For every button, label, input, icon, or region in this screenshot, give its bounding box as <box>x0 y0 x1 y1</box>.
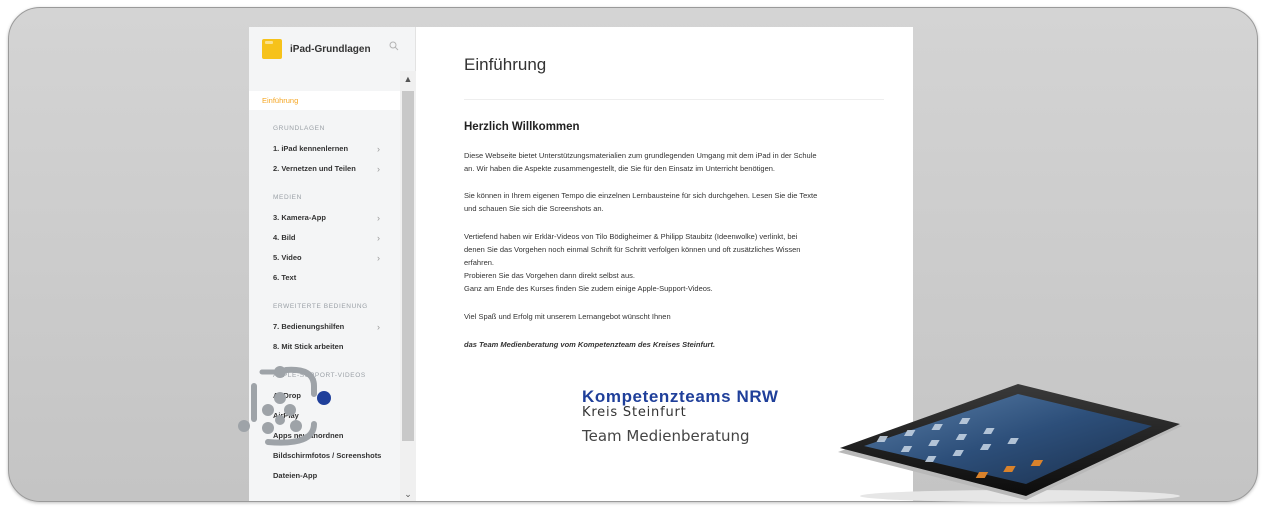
sidebar-title: iPad-Grundlagen <box>290 43 371 55</box>
text-line: und schauen Sie sich die Screenshots an. <box>464 204 604 213</box>
sidebar-item[interactable]: 4. Bild › <box>249 228 400 248</box>
sidebar-item[interactable]: 3. Kamera-App › <box>249 208 400 228</box>
sidebar-item-einfuehrung[interactable]: Einführung <box>249 91 400 110</box>
kompetenzteam-logo-icon <box>238 366 331 446</box>
paragraph-intro: Diese Webseite bietet Unterstützungsmate… <box>464 149 894 175</box>
sidebar-item-label: Bildschirmfotos / Screenshots <box>273 451 382 460</box>
chevron-up-icon[interactable]: ▲ <box>403 74 413 84</box>
sidebar-section-label: MEDIEN <box>273 194 302 201</box>
sidebar-item[interactable]: 7. Bedienungshilfen › <box>249 317 400 337</box>
text-line: Vertiefend haben wir Erklär-Videos von T… <box>464 232 798 241</box>
search-icon[interactable] <box>389 41 399 51</box>
chevron-down-icon[interactable]: ⌄ <box>403 489 413 499</box>
paragraph-signature: das Team Medienberatung vom Kompetenztea… <box>464 340 716 349</box>
chevron-right-icon[interactable]: › <box>377 208 380 228</box>
sidebar-item-label: 3. Kamera-App <box>273 213 326 222</box>
chevron-right-icon[interactable]: › <box>377 228 380 248</box>
sidebar-section-label: ERWEITERTE BEDIENUNG <box>273 303 368 310</box>
sidebar-item[interactable]: 8. Mit Stick arbeiten <box>249 337 400 357</box>
sidebar-item[interactable]: 5. Video › <box>249 248 400 268</box>
paragraph-tempo: Sie können in Ihrem eigenen Tempo die ei… <box>464 189 894 215</box>
text-line: an. Wir haben die Aspekte zusammengestel… <box>464 164 775 173</box>
logo-team: Team Medienberatung <box>582 427 750 445</box>
logo-subtitle: Kreis Steinfurt <box>582 405 687 420</box>
logo-title: Kompetenzteams NRW <box>582 387 779 406</box>
book-logo-icon <box>262 39 282 59</box>
page-title: Einführung <box>464 55 547 74</box>
sidebar-item-label: 5. Video <box>273 253 302 262</box>
sidebar-item-label: Dateien-App <box>273 471 318 480</box>
divider <box>464 99 884 100</box>
sidebar-item-label: 6. Text <box>273 273 297 282</box>
sidebar-item[interactable]: 1. iPad kennenlernen › <box>249 139 400 159</box>
sidebar-item-label: 2. Vernetzen und Teilen <box>273 164 356 173</box>
sidebar-section-label: GRUNDLAGEN <box>273 125 325 132</box>
sidebar-item-label: 4. Bild <box>273 233 296 242</box>
text-line: denen Sie das Vorgehen noch einmal Schri… <box>464 245 801 254</box>
sidebar-item-label: 7. Bedienungshilfen <box>273 322 345 331</box>
sidebar-item[interactable]: Dateien-App <box>249 466 400 486</box>
sidebar-scrollbar[interactable]: ▲ ⌄ <box>400 71 416 501</box>
chevron-right-icon[interactable]: › <box>377 317 380 337</box>
section-heading: Herzlich Willkommen <box>464 121 580 133</box>
paragraph-videos: Vertiefend haben wir Erklär-Videos von T… <box>464 230 894 295</box>
ipad-image <box>838 384 1182 502</box>
text-line: Sie können in Ihrem eigenen Tempo die ei… <box>464 191 818 200</box>
sidebar-item[interactable]: 2. Vernetzen und Teilen › <box>249 159 400 179</box>
chevron-right-icon[interactable]: › <box>377 159 380 179</box>
sidebar-item[interactable]: 6. Text <box>249 268 400 288</box>
text-line: Diese Webseite bietet Unterstützungsmate… <box>464 151 817 160</box>
paragraph-greeting: Viel Spaß und Erfolg mit unserem Lernang… <box>464 312 671 321</box>
text-line: Ganz am Ende des Kurses finden Sie zudem… <box>464 284 713 293</box>
text-line: erfahren. <box>464 258 495 267</box>
scrollbar-thumb[interactable] <box>402 91 414 441</box>
text-line: Probieren Sie das Vorgehen dann direkt s… <box>464 271 635 280</box>
sidebar-item-label: 1. iPad kennenlernen <box>273 144 349 153</box>
chevron-right-icon[interactable]: › <box>377 139 380 159</box>
sidebar-item-label: 8. Mit Stick arbeiten <box>273 342 344 351</box>
chevron-right-icon[interactable]: › <box>377 248 380 268</box>
